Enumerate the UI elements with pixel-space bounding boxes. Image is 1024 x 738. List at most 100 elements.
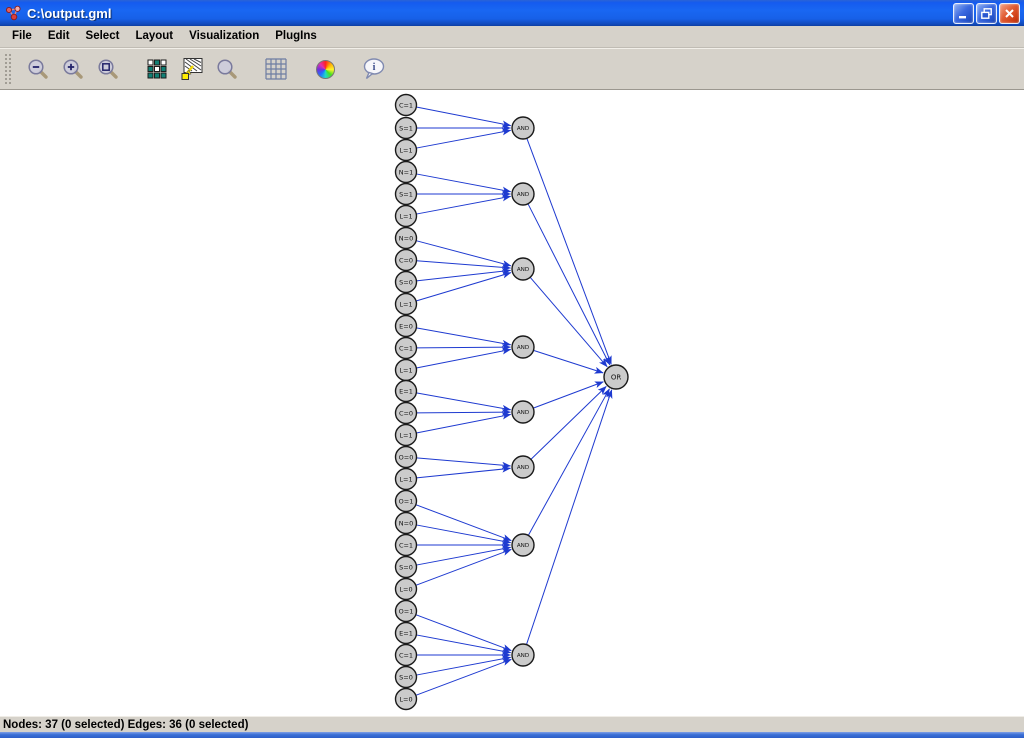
graph-node-n7[interactable]: N=0 [396, 228, 417, 249]
graph-node-n11[interactable]: E=0 [396, 316, 417, 337]
graph-node-n4[interactable]: N=1 [396, 162, 417, 183]
graph-node-n24[interactable]: O=1 [396, 601, 417, 622]
graph-edge-n1-a1[interactable] [416, 107, 510, 126]
graph-node-label: S=0 [399, 278, 413, 286]
zoom-in-button[interactable] [58, 54, 88, 84]
graph-node-n28[interactable]: L=0 [396, 689, 417, 710]
close-button[interactable] [999, 3, 1020, 24]
graph-edge-n15-a5[interactable] [416, 412, 510, 413]
menu-file[interactable]: File [4, 28, 40, 45]
graph-edge-n16-a5[interactable] [416, 414, 510, 433]
graph-node-n22[interactable]: S=0 [396, 557, 417, 578]
graph-node-label: L=1 [399, 431, 412, 439]
minimize-button[interactable] [953, 3, 974, 24]
graph-edge-a5-or1[interactable] [533, 382, 603, 408]
graph-edge-n27-a8[interactable] [416, 657, 510, 675]
tool-bar: i [0, 48, 1024, 90]
node-layer: C=1S=1L=1N=1S=1L=1N=0C=0S=0L=1E=0C=1L=1E… [396, 95, 629, 710]
graph-node-n3[interactable]: L=1 [396, 140, 417, 161]
graph-node-label: L=0 [399, 695, 412, 703]
graph-node-a5[interactable]: AND [512, 401, 534, 423]
graph-node-n25[interactable]: E=1 [396, 623, 417, 644]
graph-node-n20[interactable]: N=0 [396, 513, 417, 534]
graph-edge-n9-a3[interactable] [416, 270, 510, 280]
graph-node-n14[interactable]: E=1 [396, 381, 417, 402]
graph-edge-n3-a1[interactable] [416, 130, 510, 148]
menu-plugins[interactable]: PlugIns [267, 28, 325, 45]
fit-content-button[interactable] [177, 54, 207, 84]
graph-node-a8[interactable]: AND [512, 644, 534, 666]
zoom-area-button[interactable] [93, 54, 123, 84]
graph-node-n1[interactable]: C=1 [396, 95, 417, 116]
graph-node-n17[interactable]: O=0 [396, 447, 417, 468]
menu-edit[interactable]: Edit [40, 28, 78, 45]
graph-edge-n11-a4[interactable] [416, 328, 510, 345]
info-tooltip-icon: i [361, 57, 387, 81]
graph-node-n12[interactable]: C=1 [396, 338, 417, 359]
graph-node-n16[interactable]: L=1 [396, 425, 417, 446]
graph-node-n9[interactable]: S=0 [396, 272, 417, 293]
graph-edge-n19-a7[interactable] [416, 505, 511, 541]
graph-node-label: C=1 [399, 541, 413, 549]
find-button[interactable] [212, 54, 242, 84]
graph-edge-n28-a8[interactable] [416, 659, 511, 695]
graph-node-n15[interactable]: C=0 [396, 403, 417, 424]
graph-node-a1[interactable]: AND [512, 117, 534, 139]
restore-button[interactable] [976, 3, 997, 24]
grid-button[interactable] [261, 54, 291, 84]
grid-layout-button[interactable] [142, 54, 172, 84]
graph-node-n2[interactable]: S=1 [396, 118, 417, 139]
graph-node-n21[interactable]: C=1 [396, 535, 417, 556]
graph-node-label: AND [517, 653, 529, 659]
graph-canvas[interactable]: C=1S=1L=1N=1S=1L=1N=0C=0S=0L=1E=0C=1L=1E… [0, 90, 1024, 716]
graph-node-a3[interactable]: AND [512, 258, 534, 280]
grid-layout-icon [146, 58, 168, 80]
graph-node-label: OR [611, 374, 622, 382]
graph-node-n19[interactable]: O=1 [396, 491, 417, 512]
graph-node-n8[interactable]: C=0 [396, 250, 417, 271]
graph-node-a7[interactable]: AND [512, 534, 534, 556]
color-wheel-button[interactable] [310, 54, 340, 84]
graph-node-n23[interactable]: L=0 [396, 579, 417, 600]
graph-node-a6[interactable]: AND [512, 456, 534, 478]
graph-node-n10[interactable]: L=1 [396, 294, 417, 315]
menu-visualization[interactable]: Visualization [181, 28, 267, 45]
graph-edge-n13-a4[interactable] [416, 349, 510, 368]
graph-node-n27[interactable]: S=0 [396, 667, 417, 688]
find-icon [215, 57, 239, 81]
toolbar-drag-handle[interactable] [3, 52, 13, 86]
graph-edge-n24-a8[interactable] [416, 615, 511, 651]
graph-edge-n6-a2[interactable] [416, 196, 510, 214]
graph-edge-n22-a7[interactable] [416, 547, 510, 565]
menu-layout[interactable]: Layout [127, 28, 181, 45]
graph-edge-a2-or1[interactable] [528, 204, 610, 365]
graph-edge-n4-a2[interactable] [416, 174, 510, 192]
graph-node-a2[interactable]: AND [512, 183, 534, 205]
graph-edge-n20-a7[interactable] [416, 525, 510, 543]
graph-edge-a4-or1[interactable] [533, 350, 603, 372]
graph-node-n5[interactable]: S=1 [396, 184, 417, 205]
graph-node-n26[interactable]: C=1 [396, 645, 417, 666]
graph-edge-n18-a6[interactable] [416, 468, 510, 478]
graph-node-n18[interactable]: L=1 [396, 469, 417, 490]
graph-node-n13[interactable]: L=1 [396, 360, 417, 381]
info-tooltip-button[interactable]: i [359, 54, 389, 84]
graph-edge-n14-a5[interactable] [416, 393, 510, 410]
graph-edge-a1-or1[interactable] [527, 138, 611, 364]
graph-edge-n25-a8[interactable] [416, 635, 510, 653]
graph-node-n6[interactable]: L=1 [396, 206, 417, 227]
graph-node-a4[interactable]: AND [512, 336, 534, 358]
graph-node-or1[interactable]: OR [604, 365, 628, 389]
graph-edge-n12-a4[interactable] [416, 347, 510, 348]
graph-edge-n10-a3[interactable] [416, 273, 511, 301]
graph-edge-a7-or1[interactable] [528, 389, 609, 536]
graph-edge-a6-or1[interactable] [531, 386, 606, 459]
graph-node-label: N=0 [399, 234, 413, 242]
graph-edge-n17-a6[interactable] [416, 458, 510, 466]
graph-edge-n23-a7[interactable] [416, 549, 511, 585]
zoom-out-button[interactable] [23, 54, 53, 84]
graph-node-label: C=1 [399, 651, 413, 659]
menu-select[interactable]: Select [78, 28, 128, 45]
graph-node-label: C=1 [399, 344, 413, 352]
graph-edge-a8-or1[interactable] [526, 390, 611, 645]
